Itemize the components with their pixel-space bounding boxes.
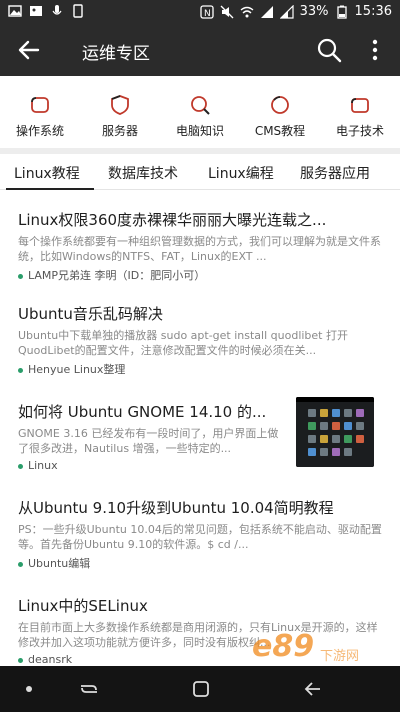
battery-percent: 33% — [299, 4, 329, 19]
svg-text:e89: e89 — [252, 629, 314, 664]
article-author: Linux — [28, 459, 58, 472]
category-label: 电子技术 — [335, 124, 384, 138]
tab-linux-tutorial[interactable]: Linux教程 — [14, 163, 80, 183]
svg-text:N: N — [204, 9, 211, 19]
article-author: Henyue Linux整理 — [28, 363, 126, 376]
article-summary: PS：一些升级Ubuntu 10.04后的常见问题，包括系统不能启动、驱动配置等… — [18, 523, 382, 551]
author-dot — [18, 657, 23, 663]
tab-server-apps[interactable]: 服务器应用 — [300, 163, 370, 183]
tab-database[interactable]: 数据库技术 — [108, 163, 178, 183]
author-dot — [18, 273, 23, 279]
status-bar: N 33% 15:36 — [0, 0, 400, 24]
recent-apps-icon[interactable] — [78, 678, 100, 700]
back-icon[interactable] — [302, 678, 324, 700]
article-meta: Henyue Linux整理 — [18, 361, 382, 377]
os-icon — [31, 97, 49, 113]
article-meta: LAMP兄弟连 李明（ID：肥同小可） — [18, 267, 382, 283]
category-cms[interactable]: CMS教程 — [240, 92, 320, 142]
clock: 15:36 — [354, 4, 392, 19]
watermark-logo: e89 下游网 — [250, 628, 380, 668]
wifi-icon — [240, 6, 254, 18]
back-arrow-icon[interactable] — [16, 37, 42, 63]
tab-linux-programming[interactable]: Linux编程 — [208, 163, 274, 183]
gnome-screenshot-image — [296, 397, 374, 467]
article-summary: 每个操作系统都要有一种组织管理数据的方式，我们可以理解为就是文件系统，比如Win… — [18, 235, 381, 263]
category-server[interactable]: 服务器 — [80, 92, 160, 142]
article-meta: Ubuntu编辑 — [18, 555, 382, 571]
article-list: Linux权限360度赤裸裸华丽丽大曝光连载之... 每个操作系统都要有一种组织… — [0, 191, 400, 666]
battery-icon — [336, 5, 347, 19]
article-meta: Linux — [18, 459, 288, 472]
category-label: 服务器 — [101, 124, 138, 138]
category-row: 操作系统 服务器 电脑知识 CMS教程 电子技术 — [0, 76, 400, 148]
gallery-notification-icon — [8, 5, 22, 17]
mute-icon — [220, 5, 234, 19]
app-bar: 运维专区 — [0, 24, 400, 76]
category-os[interactable]: 操作系统 — [0, 92, 80, 142]
nav-dot-icon[interactable] — [18, 678, 40, 700]
author-dot — [18, 561, 23, 567]
system-status: N 33% 15:36 — [199, 3, 392, 21]
article-title: 如何将 Ubuntu GNOME 14.10 的... — [18, 403, 267, 421]
category-label: CMS教程 — [254, 124, 306, 138]
list-item[interactable]: Ubuntu音乐乱码解决 Ubuntu中下载单独的播放器 sudo apt-ge… — [18, 303, 382, 377]
category-label: 操作系统 — [15, 124, 64, 138]
phone-notification-icon — [73, 4, 83, 18]
electronics-icon — [351, 98, 369, 113]
mic-notification-icon — [52, 5, 62, 15]
system-nav-bar — [0, 666, 400, 712]
list-item[interactable]: 如何将 Ubuntu GNOME 14.10 的... GNOME 3.16 已… — [18, 401, 288, 472]
list-item[interactable]: Linux权限360度赤裸裸华丽丽大曝光连载之... 每个操作系统都要有一种组织… — [18, 209, 382, 283]
tab-indicator — [6, 188, 94, 190]
list-item[interactable]: 从Ubuntu 9.10升级到Ubuntu 10.04简明教程 PS：一些升级U… — [18, 497, 382, 571]
cms-icon — [271, 96, 289, 114]
signal-icon-2 — [279, 5, 294, 19]
article-summary: Ubuntu中下载单独的播放器 sudo apt-get install quo… — [18, 329, 348, 357]
nfc-icon: N — [199, 5, 214, 19]
server-icon — [111, 95, 129, 115]
e89-logo-icon: e89 下游网 — [252, 629, 359, 664]
author-dot — [18, 463, 23, 469]
svg-text:下游网: 下游网 — [320, 649, 359, 664]
author-dot — [18, 367, 23, 373]
page-title: 运维专区 — [82, 44, 150, 64]
image-notification-icon — [30, 6, 42, 16]
category-electronics[interactable]: 电子技术 — [320, 92, 400, 142]
search-icon[interactable] — [316, 37, 342, 63]
signal-icon — [260, 6, 273, 18]
article-summary: GNOME 3.16 已经发布有一段时间了，用户界面上做了很多改进，Nautil… — [18, 427, 279, 455]
category-computer-knowledge[interactable]: 电脑知识 — [160, 92, 240, 142]
notification-icons — [8, 4, 85, 18]
article-author: Ubuntu编辑 — [28, 557, 91, 570]
article-title: Ubuntu音乐乱码解决 — [18, 305, 163, 323]
article-title: 从Ubuntu 9.10升级到Ubuntu 10.04简明教程 — [18, 499, 334, 517]
computer-knowledge-icon — [191, 96, 210, 115]
article-author: LAMP兄弟连 李明（ID：肥同小可） — [28, 269, 206, 282]
article-author: deansrk — [28, 653, 73, 666]
more-options-icon[interactable] — [366, 37, 384, 63]
home-icon[interactable] — [190, 678, 212, 700]
tab-bar: Linux教程 数据库技术 Linux编程 服务器应用 — [0, 154, 400, 190]
article-thumbnail[interactable] — [296, 397, 374, 467]
category-label: 电脑知识 — [175, 124, 224, 138]
article-title: Linux中的SELinux — [18, 597, 148, 615]
article-title: Linux权限360度赤裸裸华丽丽大曝光连载之... — [18, 211, 327, 229]
